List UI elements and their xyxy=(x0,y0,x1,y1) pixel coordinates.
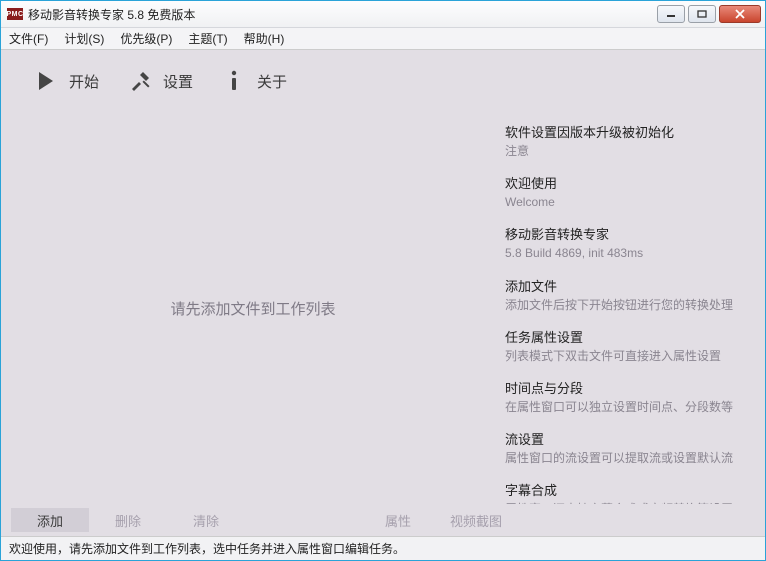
window-controls xyxy=(657,5,765,23)
menu-theme[interactable]: 主题(T) xyxy=(180,28,235,49)
app-icon: PMC xyxy=(7,8,23,20)
info-item: 添加文件 添加文件后按下开始按钮进行您的转换处理 xyxy=(505,276,749,313)
info-title: 字幕合成 xyxy=(505,480,749,499)
maximize-button[interactable] xyxy=(688,5,716,23)
info-item: 欢迎使用 Welcome xyxy=(505,173,749,210)
info-title: 任务属性设置 xyxy=(505,327,749,346)
info-sub: 在属性窗口可以独立设置时间点、分段数等 xyxy=(505,399,749,415)
info-item: 移动影音转换专家 5.8 Build 4869, init 483ms xyxy=(505,224,749,261)
status-text: 欢迎使用，请先添加文件到工作列表，选中任务并进入属性窗口编辑任务。 xyxy=(9,540,405,557)
titlebar: PMC 移动影音转换专家 5.8 免费版本 xyxy=(1,1,765,28)
info-item: 字幕合成 属性窗口还支持字幕合成或音频替换等设置 xyxy=(505,480,749,504)
info-title: 软件设置因版本升级被初始化 xyxy=(505,122,749,141)
info-pane: 软件设置因版本升级被初始化 注意 欢迎使用 Welcome 移动影音转换专家 5… xyxy=(505,112,765,504)
start-button[interactable]: 开始 xyxy=(35,70,99,92)
info-sub: 5.8 Build 4869, init 483ms xyxy=(505,245,749,261)
menu-plan[interactable]: 计划(S) xyxy=(56,28,112,49)
content-area: 开始 设置 关于 请先添加文件到工作列表 xyxy=(1,50,765,536)
info-title: 流设置 xyxy=(505,429,749,448)
about-label: 关于 xyxy=(257,71,287,92)
action-bar: 添加 删除 清除 属性 视频截图 xyxy=(1,504,765,536)
add-button[interactable]: 添加 xyxy=(11,508,89,532)
info-item: 软件设置因版本升级被初始化 注意 xyxy=(505,122,749,159)
window-title: 移动影音转换专家 5.8 免费版本 xyxy=(28,6,195,23)
menu-file[interactable]: 文件(F) xyxy=(1,28,56,49)
info-title: 移动影音转换专家 xyxy=(505,224,749,243)
main-row: 请先添加文件到工作列表 软件设置因版本升级被初始化 注意 欢迎使用 Welcom… xyxy=(1,112,765,504)
info-icon xyxy=(223,70,245,92)
info-sub: 列表模式下双击文件可直接进入属性设置 xyxy=(505,348,749,364)
toolbar: 开始 设置 关于 xyxy=(1,50,765,112)
info-title: 时间点与分段 xyxy=(505,378,749,397)
properties-button[interactable]: 属性 xyxy=(359,508,437,532)
screenshot-button[interactable]: 视频截图 xyxy=(437,508,515,532)
info-sub: 添加文件后按下开始按钮进行您的转换处理 xyxy=(505,297,749,313)
settings-button[interactable]: 设置 xyxy=(129,70,193,92)
status-bar: 欢迎使用，请先添加文件到工作列表，选中任务并进入属性窗口编辑任务。 xyxy=(1,536,765,560)
start-label: 开始 xyxy=(69,71,99,92)
close-button[interactable] xyxy=(719,5,761,23)
info-item: 时间点与分段 在属性窗口可以独立设置时间点、分段数等 xyxy=(505,378,749,415)
info-item: 流设置 属性窗口的流设置可以提取流或设置默认流 xyxy=(505,429,749,466)
menu-priority[interactable]: 优先级(P) xyxy=(112,28,180,49)
about-button[interactable]: 关于 xyxy=(223,70,287,92)
play-icon xyxy=(35,70,57,92)
info-sub: 注意 xyxy=(505,143,749,159)
menubar: 文件(F) 计划(S) 优先级(P) 主题(T) 帮助(H) xyxy=(1,28,765,50)
empty-placeholder: 请先添加文件到工作列表 xyxy=(170,298,335,319)
work-list-pane[interactable]: 请先添加文件到工作列表 xyxy=(1,112,505,504)
settings-label: 设置 xyxy=(163,71,193,92)
menu-help[interactable]: 帮助(H) xyxy=(236,28,293,49)
info-sub: 属性窗口的流设置可以提取流或设置默认流 xyxy=(505,450,749,466)
info-item: 任务属性设置 列表模式下双击文件可直接进入属性设置 xyxy=(505,327,749,364)
tools-icon xyxy=(129,70,151,92)
delete-button[interactable]: 删除 xyxy=(89,508,167,532)
minimize-button[interactable] xyxy=(657,5,685,23)
info-sub: Welcome xyxy=(505,194,749,210)
info-title: 添加文件 xyxy=(505,276,749,295)
info-title: 欢迎使用 xyxy=(505,173,749,192)
clear-button[interactable]: 清除 xyxy=(167,508,245,532)
